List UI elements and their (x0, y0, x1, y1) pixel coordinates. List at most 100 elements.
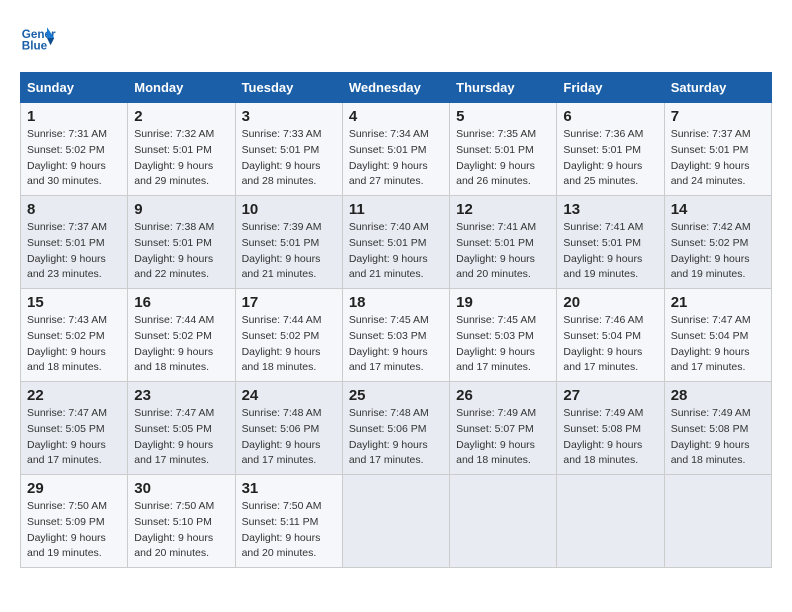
calendar-week-row: 15 Sunrise: 7:43 AMSunset: 5:02 PMDaylig… (21, 289, 772, 382)
day-detail: Sunrise: 7:48 AMSunset: 5:06 PMDaylight:… (349, 407, 429, 466)
day-number: 24 (242, 387, 336, 404)
logo-icon: General Blue (20, 20, 56, 56)
day-detail: Sunrise: 7:39 AMSunset: 5:01 PMDaylight:… (242, 221, 322, 280)
calendar-cell: 7 Sunrise: 7:37 AMSunset: 5:01 PMDayligh… (664, 103, 771, 196)
day-detail: Sunrise: 7:45 AMSunset: 5:03 PMDaylight:… (349, 314, 429, 373)
weekday-header-sunday: Sunday (21, 73, 128, 103)
calendar-cell: 17 Sunrise: 7:44 AMSunset: 5:02 PMDaylig… (235, 289, 342, 382)
calendar-week-row: 29 Sunrise: 7:50 AMSunset: 5:09 PMDaylig… (21, 475, 772, 568)
calendar-cell (664, 475, 771, 568)
calendar-week-row: 8 Sunrise: 7:37 AMSunset: 5:01 PMDayligh… (21, 196, 772, 289)
calendar-cell: 9 Sunrise: 7:38 AMSunset: 5:01 PMDayligh… (128, 196, 235, 289)
day-detail: Sunrise: 7:33 AMSunset: 5:01 PMDaylight:… (242, 128, 322, 187)
day-number: 15 (27, 294, 121, 311)
calendar-cell: 29 Sunrise: 7:50 AMSunset: 5:09 PMDaylig… (21, 475, 128, 568)
day-detail: Sunrise: 7:34 AMSunset: 5:01 PMDaylight:… (349, 128, 429, 187)
day-detail: Sunrise: 7:37 AMSunset: 5:01 PMDaylight:… (671, 128, 751, 187)
day-detail: Sunrise: 7:38 AMSunset: 5:01 PMDaylight:… (134, 221, 214, 280)
day-number: 13 (563, 201, 657, 218)
day-number: 6 (563, 108, 657, 125)
day-number: 23 (134, 387, 228, 404)
calendar-cell: 11 Sunrise: 7:40 AMSunset: 5:01 PMDaylig… (342, 196, 449, 289)
weekday-header-wednesday: Wednesday (342, 73, 449, 103)
calendar-cell: 16 Sunrise: 7:44 AMSunset: 5:02 PMDaylig… (128, 289, 235, 382)
calendar-cell: 15 Sunrise: 7:43 AMSunset: 5:02 PMDaylig… (21, 289, 128, 382)
calendar-week-row: 22 Sunrise: 7:47 AMSunset: 5:05 PMDaylig… (21, 382, 772, 475)
day-number: 11 (349, 201, 443, 218)
weekday-header-monday: Monday (128, 73, 235, 103)
day-detail: Sunrise: 7:36 AMSunset: 5:01 PMDaylight:… (563, 128, 643, 187)
calendar-cell: 5 Sunrise: 7:35 AMSunset: 5:01 PMDayligh… (450, 103, 557, 196)
day-number: 12 (456, 201, 550, 218)
calendar-cell: 21 Sunrise: 7:47 AMSunset: 5:04 PMDaylig… (664, 289, 771, 382)
day-detail: Sunrise: 7:31 AMSunset: 5:02 PMDaylight:… (27, 128, 107, 187)
calendar-cell: 3 Sunrise: 7:33 AMSunset: 5:01 PMDayligh… (235, 103, 342, 196)
day-number: 29 (27, 480, 121, 497)
calendar-cell (450, 475, 557, 568)
calendar-cell: 30 Sunrise: 7:50 AMSunset: 5:10 PMDaylig… (128, 475, 235, 568)
calendar-cell: 13 Sunrise: 7:41 AMSunset: 5:01 PMDaylig… (557, 196, 664, 289)
day-detail: Sunrise: 7:49 AMSunset: 5:08 PMDaylight:… (671, 407, 751, 466)
weekday-header-thursday: Thursday (450, 73, 557, 103)
day-detail: Sunrise: 7:41 AMSunset: 5:01 PMDaylight:… (456, 221, 536, 280)
day-number: 1 (27, 108, 121, 125)
day-number: 16 (134, 294, 228, 311)
calendar-cell (557, 475, 664, 568)
calendar-cell (342, 475, 449, 568)
calendar-cell: 20 Sunrise: 7:46 AMSunset: 5:04 PMDaylig… (557, 289, 664, 382)
calendar-cell: 23 Sunrise: 7:47 AMSunset: 5:05 PMDaylig… (128, 382, 235, 475)
day-number: 9 (134, 201, 228, 218)
day-number: 28 (671, 387, 765, 404)
day-number: 7 (671, 108, 765, 125)
day-detail: Sunrise: 7:40 AMSunset: 5:01 PMDaylight:… (349, 221, 429, 280)
calendar-cell: 31 Sunrise: 7:50 AMSunset: 5:11 PMDaylig… (235, 475, 342, 568)
calendar-cell: 25 Sunrise: 7:48 AMSunset: 5:06 PMDaylig… (342, 382, 449, 475)
day-number: 19 (456, 294, 550, 311)
day-number: 21 (671, 294, 765, 311)
page-header: General Blue (20, 20, 772, 56)
day-detail: Sunrise: 7:45 AMSunset: 5:03 PMDaylight:… (456, 314, 536, 373)
day-number: 26 (456, 387, 550, 404)
day-number: 10 (242, 201, 336, 218)
day-number: 25 (349, 387, 443, 404)
calendar-cell: 26 Sunrise: 7:49 AMSunset: 5:07 PMDaylig… (450, 382, 557, 475)
weekday-header-friday: Friday (557, 73, 664, 103)
day-detail: Sunrise: 7:43 AMSunset: 5:02 PMDaylight:… (27, 314, 107, 373)
day-number: 14 (671, 201, 765, 218)
calendar-cell: 19 Sunrise: 7:45 AMSunset: 5:03 PMDaylig… (450, 289, 557, 382)
calendar-cell: 24 Sunrise: 7:48 AMSunset: 5:06 PMDaylig… (235, 382, 342, 475)
calendar-cell: 2 Sunrise: 7:32 AMSunset: 5:01 PMDayligh… (128, 103, 235, 196)
day-detail: Sunrise: 7:46 AMSunset: 5:04 PMDaylight:… (563, 314, 643, 373)
weekday-header-saturday: Saturday (664, 73, 771, 103)
day-detail: Sunrise: 7:35 AMSunset: 5:01 PMDaylight:… (456, 128, 536, 187)
calendar-cell: 27 Sunrise: 7:49 AMSunset: 5:08 PMDaylig… (557, 382, 664, 475)
day-detail: Sunrise: 7:32 AMSunset: 5:01 PMDaylight:… (134, 128, 214, 187)
calendar-cell: 4 Sunrise: 7:34 AMSunset: 5:01 PMDayligh… (342, 103, 449, 196)
calendar-cell: 18 Sunrise: 7:45 AMSunset: 5:03 PMDaylig… (342, 289, 449, 382)
calendar-cell: 8 Sunrise: 7:37 AMSunset: 5:01 PMDayligh… (21, 196, 128, 289)
day-number: 3 (242, 108, 336, 125)
day-number: 4 (349, 108, 443, 125)
day-detail: Sunrise: 7:44 AMSunset: 5:02 PMDaylight:… (242, 314, 322, 373)
day-detail: Sunrise: 7:49 AMSunset: 5:08 PMDaylight:… (563, 407, 643, 466)
day-number: 22 (27, 387, 121, 404)
day-number: 5 (456, 108, 550, 125)
day-detail: Sunrise: 7:37 AMSunset: 5:01 PMDaylight:… (27, 221, 107, 280)
day-detail: Sunrise: 7:49 AMSunset: 5:07 PMDaylight:… (456, 407, 536, 466)
day-number: 17 (242, 294, 336, 311)
calendar-table: SundayMondayTuesdayWednesdayThursdayFrid… (20, 72, 772, 568)
calendar-cell: 28 Sunrise: 7:49 AMSunset: 5:08 PMDaylig… (664, 382, 771, 475)
weekday-header-tuesday: Tuesday (235, 73, 342, 103)
day-detail: Sunrise: 7:50 AMSunset: 5:10 PMDaylight:… (134, 500, 214, 559)
svg-text:Blue: Blue (22, 40, 48, 53)
day-number: 30 (134, 480, 228, 497)
calendar-week-row: 1 Sunrise: 7:31 AMSunset: 5:02 PMDayligh… (21, 103, 772, 196)
day-number: 20 (563, 294, 657, 311)
logo: General Blue (20, 20, 56, 56)
calendar-cell: 14 Sunrise: 7:42 AMSunset: 5:02 PMDaylig… (664, 196, 771, 289)
day-detail: Sunrise: 7:47 AMSunset: 5:05 PMDaylight:… (134, 407, 214, 466)
calendar-cell: 6 Sunrise: 7:36 AMSunset: 5:01 PMDayligh… (557, 103, 664, 196)
day-detail: Sunrise: 7:47 AMSunset: 5:05 PMDaylight:… (27, 407, 107, 466)
day-detail: Sunrise: 7:50 AMSunset: 5:11 PMDaylight:… (242, 500, 322, 559)
day-number: 27 (563, 387, 657, 404)
